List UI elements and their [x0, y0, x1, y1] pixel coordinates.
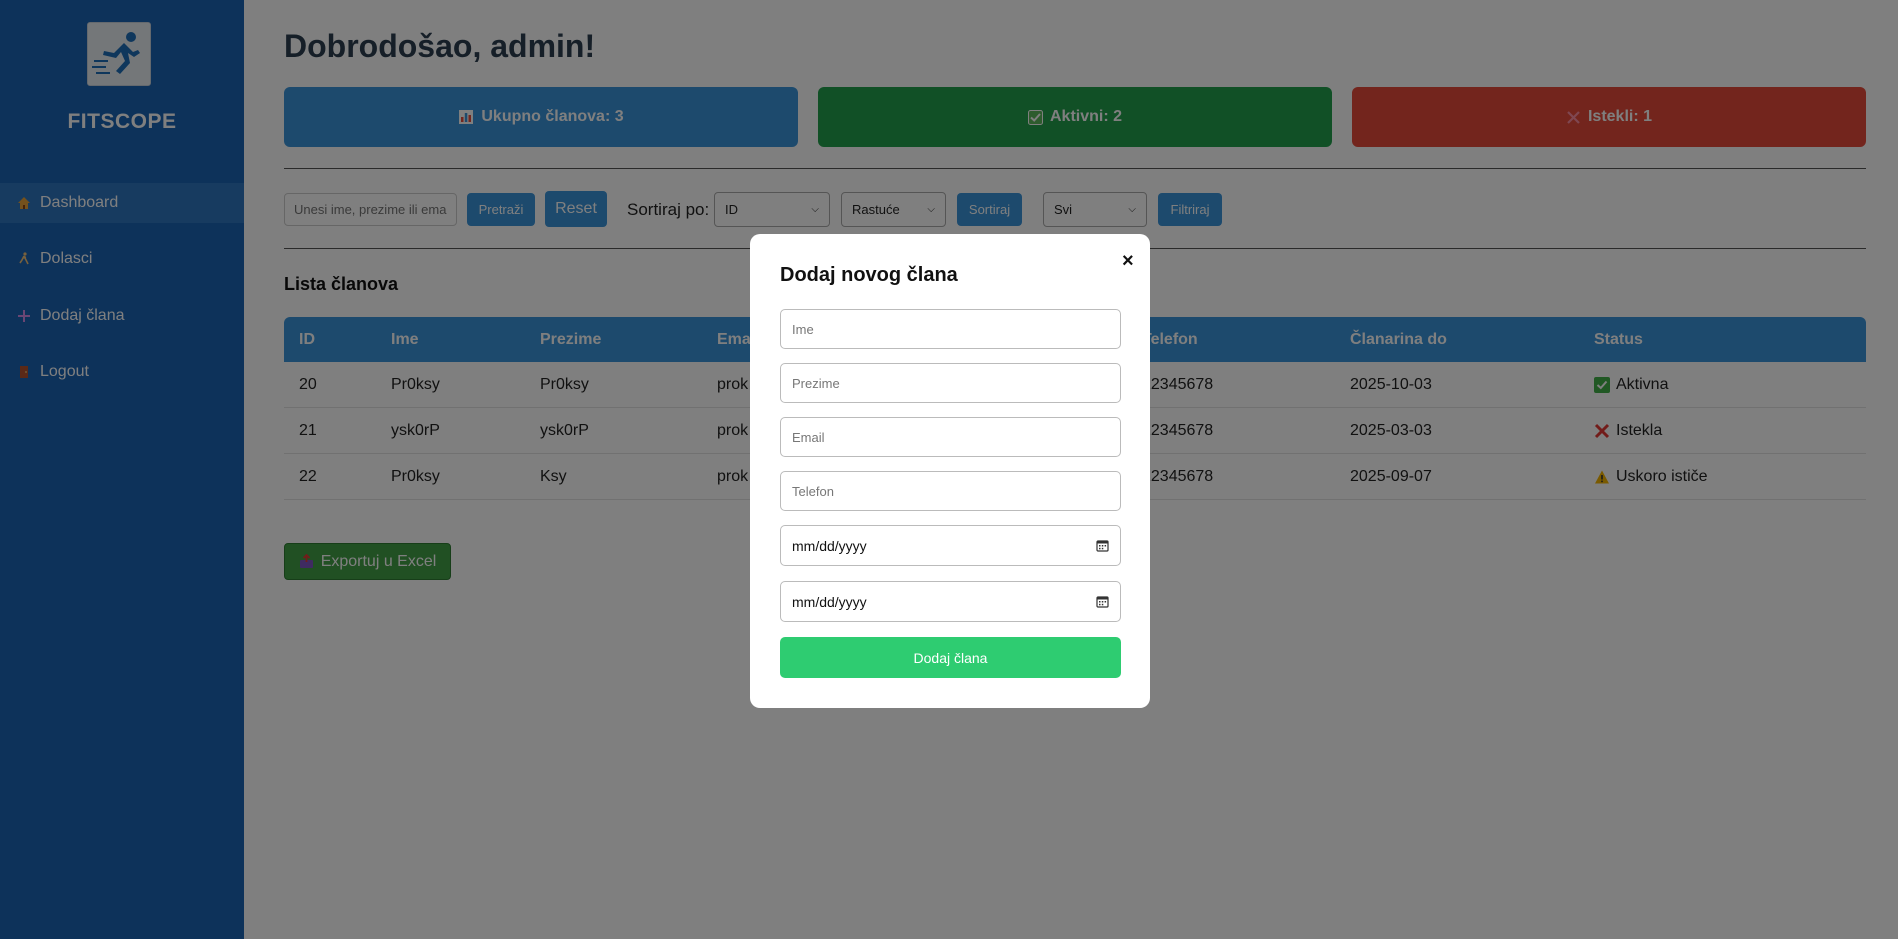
add-member-button[interactable]: Dodaj člana [780, 637, 1121, 678]
first-name-field[interactable]: Ime [780, 309, 1121, 349]
modal-title: Dodaj novog člana [780, 264, 958, 286]
calendar-icon[interactable] [1096, 539, 1109, 552]
last-name-field[interactable]: Prezime [780, 363, 1121, 403]
close-icon[interactable]: × [1122, 250, 1134, 273]
start-date-value: mm/dd/yyyy [792, 537, 867, 554]
add-member-modal: Dodaj novog člana × Ime Prezime Email Te… [750, 234, 1150, 708]
phone-placeholder: Telefon [792, 483, 834, 499]
last-name-placeholder: Prezime [792, 375, 840, 391]
end-date-field[interactable]: mm/dd/yyyy [780, 581, 1121, 622]
first-name-placeholder: Ime [792, 321, 814, 337]
start-date-field[interactable]: mm/dd/yyyy [780, 525, 1121, 566]
email-field[interactable]: Email [780, 417, 1121, 457]
calendar-icon[interactable] [1096, 595, 1109, 608]
phone-field[interactable]: Telefon [780, 471, 1121, 511]
email-placeholder: Email [792, 429, 825, 445]
end-date-value: mm/dd/yyyy [792, 593, 867, 610]
